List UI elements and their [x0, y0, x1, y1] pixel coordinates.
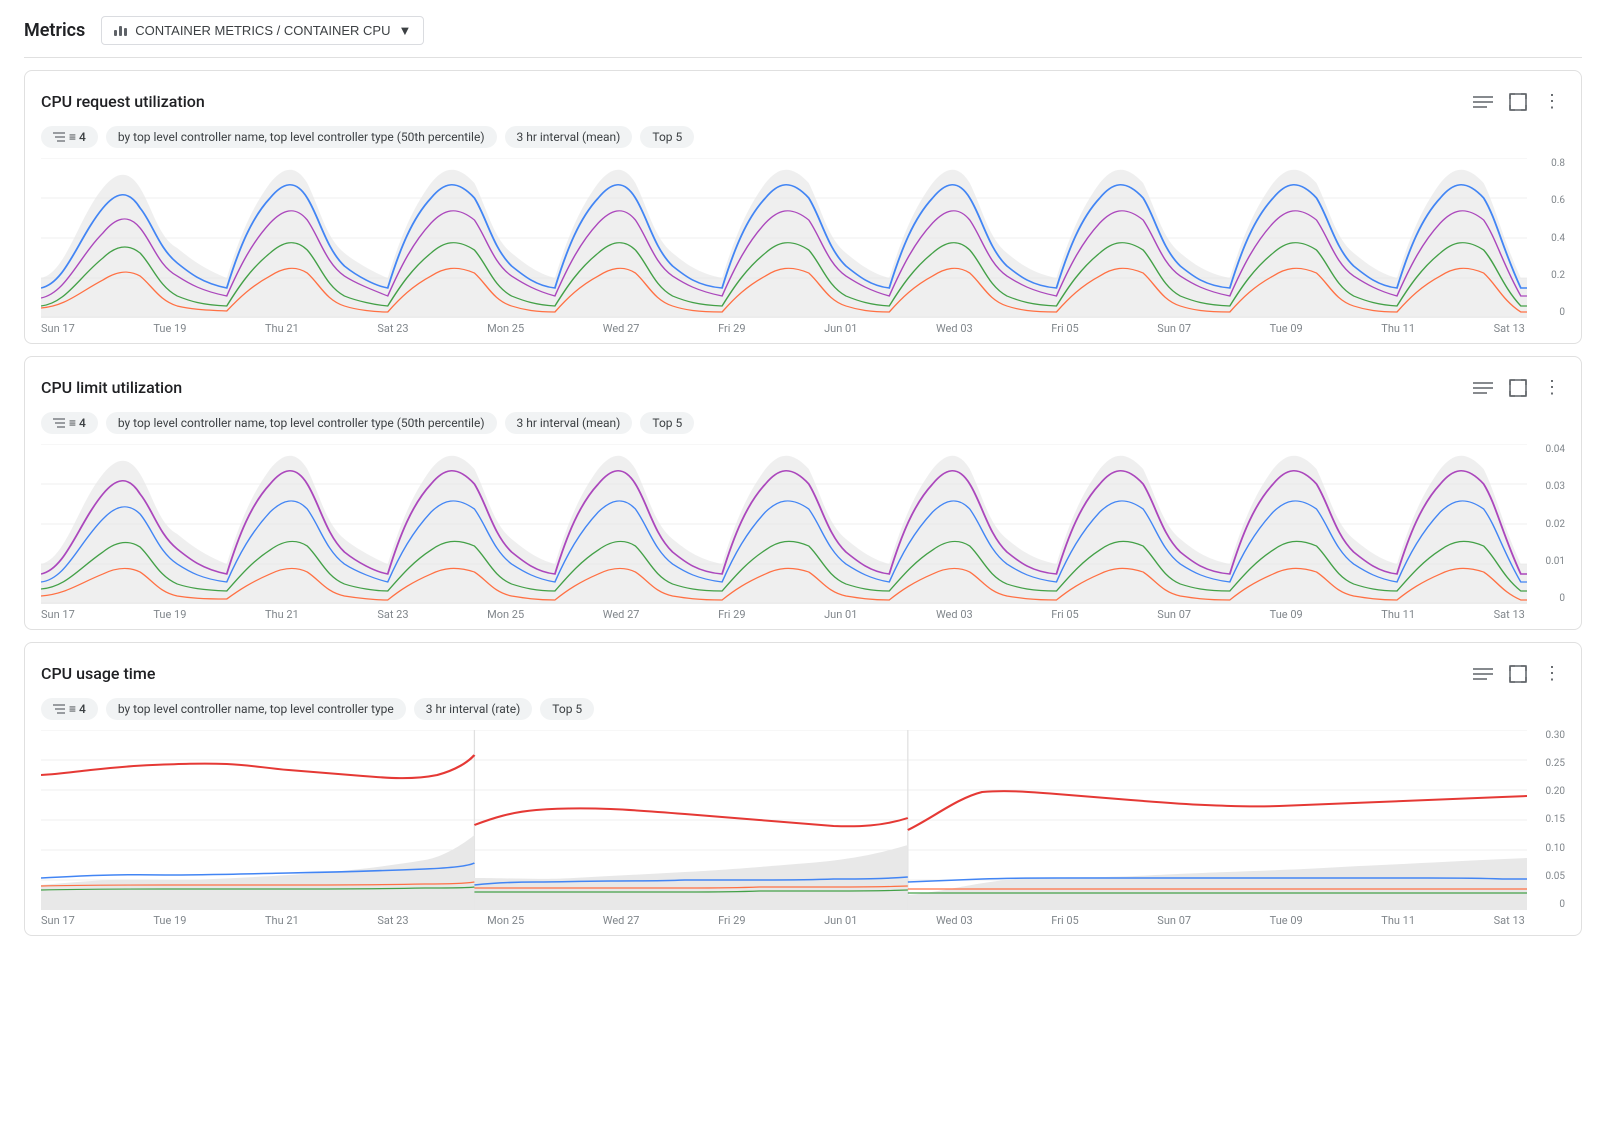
- filters-row-limit: ≡ 4 by top level controller name, top le…: [41, 412, 1565, 434]
- x-axis-request: Sun 17Tue 19Thu 21Sat 23Mon 25Wed 27Fri …: [41, 322, 1565, 335]
- filter-chip-limit-2[interactable]: 3 hr interval (mean): [505, 412, 633, 434]
- filter-chip-2[interactable]: 3 hr interval (mean): [505, 126, 633, 148]
- filter-chip-limit-0[interactable]: ≡ 4: [41, 412, 98, 434]
- page-title: Metrics: [24, 20, 85, 41]
- more-button-limit[interactable]: ⋮: [1539, 373, 1565, 402]
- filter-chip-3[interactable]: Top 5: [640, 126, 694, 148]
- filter-chip-limit-1[interactable]: by top level controller name, top level …: [106, 412, 497, 434]
- breadcrumb-label: CONTAINER METRICS / CONTAINER CPU: [135, 23, 390, 38]
- more-button-request[interactable]: ⋮: [1539, 87, 1565, 116]
- legend-button-limit[interactable]: [1469, 376, 1497, 400]
- x-axis-usage: Sun 17Tue 19Thu 21Sat 23Mon 25Wed 27Fri …: [41, 914, 1565, 927]
- filter-chip-limit-3[interactable]: Top 5: [640, 412, 694, 434]
- chart-actions-request: ⋮: [1469, 87, 1565, 116]
- filter-chip-usage-0[interactable]: ≡ 4: [41, 698, 98, 720]
- page-container: Metrics CONTAINER METRICS / CONTAINER CP…: [0, 0, 1606, 964]
- dropdown-icon: ▼: [398, 23, 411, 38]
- chart-cpu-limit: CPU limit utilization ⋮ ≡ 4 by top level…: [24, 356, 1582, 630]
- filter-chip-usage-2[interactable]: 3 hr interval (rate): [414, 698, 532, 720]
- filter-chip-usage-3[interactable]: Top 5: [540, 698, 594, 720]
- chart-header-usage: CPU usage time ⋮: [41, 659, 1565, 688]
- breadcrumb-button[interactable]: CONTAINER METRICS / CONTAINER CPU ▼: [101, 16, 424, 45]
- chart-title-limit: CPU limit utilization: [41, 378, 182, 397]
- chart-cpu-usage: CPU usage time ⋮ ≡ 4 by top level contro…: [24, 642, 1582, 936]
- y-axis-limit: 0.04 0.03 0.02 0.01 0: [1529, 444, 1565, 604]
- filter-chip-0[interactable]: ≡ 4: [41, 126, 98, 148]
- chart-title-usage: CPU usage time: [41, 664, 155, 683]
- legend-button-usage[interactable]: [1469, 662, 1497, 686]
- chart-cpu-request: CPU request utilization ⋮ ≡ 4 by top lev…: [24, 70, 1582, 344]
- expand-button-limit[interactable]: [1505, 375, 1531, 401]
- chart-header-request: CPU request utilization ⋮: [41, 87, 1565, 116]
- chart-area-request: [41, 158, 1527, 318]
- filter-chip-usage-1[interactable]: by top level controller name, top level …: [106, 698, 406, 720]
- expand-button-usage[interactable]: [1505, 661, 1531, 687]
- y-axis-request: 0.8 0.6 0.4 0.2 0: [1529, 158, 1565, 318]
- y-axis-usage: 0.30 0.25 0.20 0.15 0.10 0.05 0: [1529, 730, 1565, 910]
- x-axis-limit: Sun 17Tue 19Thu 21Sat 23Mon 25Wed 27Fri …: [41, 608, 1565, 621]
- more-button-usage[interactable]: ⋮: [1539, 659, 1565, 688]
- filters-row-usage: ≡ 4 by top level controller name, top le…: [41, 698, 1565, 720]
- chart-area-usage: [41, 730, 1527, 910]
- filters-row-request: ≡ 4 by top level controller name, top le…: [41, 126, 1565, 148]
- chart-area-limit: [41, 444, 1527, 604]
- chart-title-request: CPU request utilization: [41, 92, 205, 111]
- header: Metrics CONTAINER METRICS / CONTAINER CP…: [24, 16, 1582, 58]
- bar-chart-icon: [114, 26, 127, 36]
- legend-button-request[interactable]: [1469, 90, 1497, 114]
- chart-actions-usage: ⋮: [1469, 659, 1565, 688]
- chart-header-limit: CPU limit utilization ⋮: [41, 373, 1565, 402]
- expand-button-request[interactable]: [1505, 89, 1531, 115]
- filter-chip-1[interactable]: by top level controller name, top level …: [106, 126, 497, 148]
- chart-actions-limit: ⋮: [1469, 373, 1565, 402]
